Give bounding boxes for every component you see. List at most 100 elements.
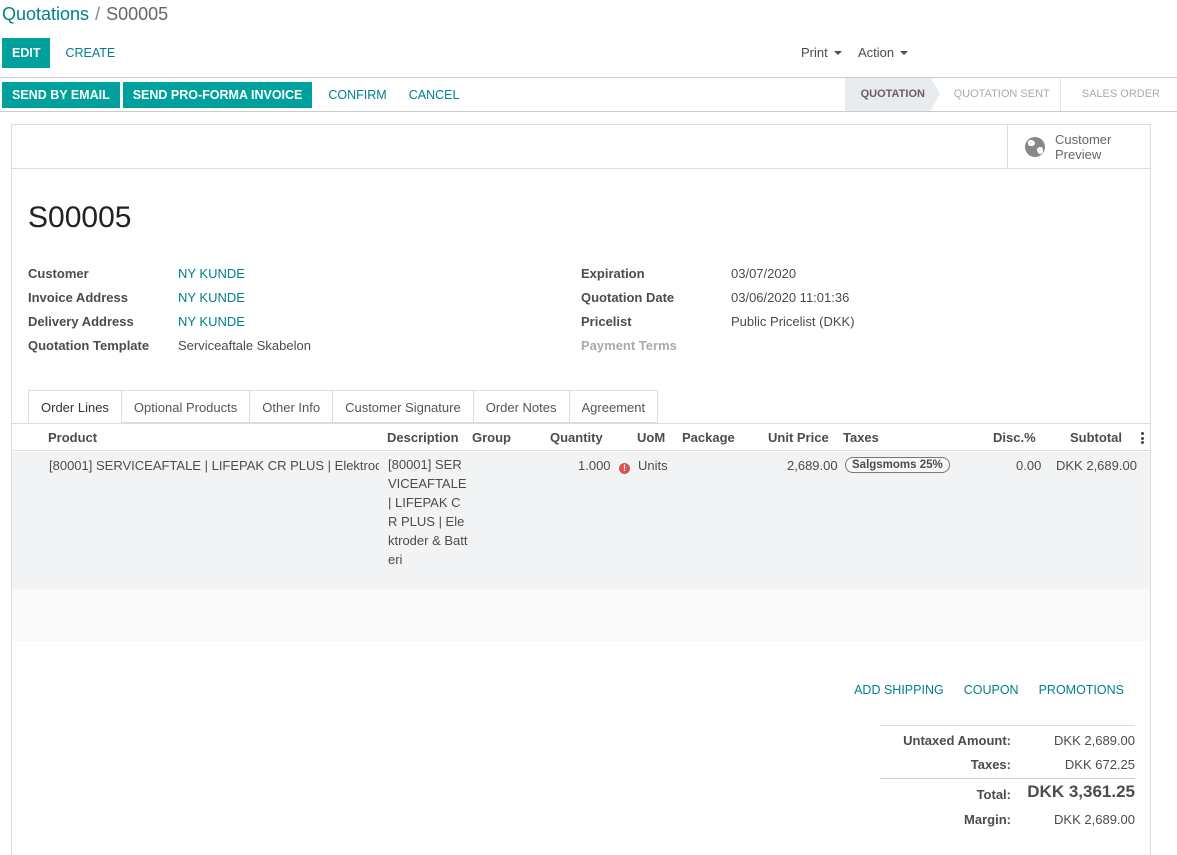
breadcrumb: Quotations / S00005 [2, 4, 168, 25]
add-shipping-button[interactable]: Add Shipping [854, 683, 944, 697]
field-label: Invoice Address [28, 290, 128, 305]
tab-customer-signature[interactable]: Customer Signature [332, 390, 473, 423]
invoice-address-link[interactable]: NY KUNDE [178, 290, 245, 314]
customer-link[interactable]: NY KUNDE [178, 266, 245, 290]
action-dropdown[interactable]: Action [858, 38, 909, 68]
stage-quotation-sent[interactable]: Quotation Sent [931, 78, 1060, 111]
statusbar-buttons: Send by Email Send PRO-FORMA Invoice Con… [2, 82, 470, 108]
totals-margin-row: Margin: DKK 2,689.00 [880, 806, 1135, 832]
print-dropdown-label: Print [801, 45, 828, 60]
field-label: Customer [28, 266, 89, 281]
margin-value: DKK 2,689.00 [1054, 812, 1135, 827]
quotation-template-value: Serviceaftale Skabelon [178, 338, 311, 353]
field-label: Pricelist [581, 314, 632, 329]
margin-label: Margin: [964, 812, 1011, 827]
column-header-unit-price[interactable]: Unit Price [768, 430, 829, 445]
tab-optional-products[interactable]: Optional Products [120, 390, 250, 423]
cell-unit-price[interactable]: 2,689.00 [787, 458, 838, 473]
pricelist-value: Public Pricelist (DKK) [731, 314, 855, 329]
cell-subtotal: DKK 2,689.00 [1056, 458, 1137, 473]
breadcrumb-current: S00005 [106, 4, 169, 24]
send-proforma-invoice-button[interactable]: Send PRO-FORMA Invoice [122, 82, 313, 108]
right-field-group: Expiration 03/07/2020 Quotation Date 03/… [581, 266, 855, 362]
untaxed-amount-label: Untaxed Amount: [903, 733, 1011, 748]
edit-button[interactable]: Edit [2, 38, 51, 68]
column-header-description[interactable]: Description [387, 430, 459, 445]
order-extra-links: Add Shipping Coupon Promotions [834, 683, 1124, 697]
table-row[interactable]: [80001] SERVICEAFTALE | LIFEPAK CR PLUS … [12, 452, 1150, 589]
field-pricelist: Pricelist Public Pricelist (DKK) [581, 314, 855, 338]
quotation-date-value: 03/06/2020 11:01:36 [731, 290, 850, 305]
customer-preview-label-line2: Preview [1055, 147, 1102, 162]
stage-sales-order[interactable]: Sales Order [1059, 78, 1177, 111]
column-header-quantity[interactable]: Quantity [550, 430, 603, 445]
cell-description[interactable]: [80001] SERVICEAFTALE | LIFEPAK CR PLUS … [388, 455, 468, 569]
totals-total-row: Total: DKK 3,361.25 [880, 778, 1135, 806]
status-stages: Quotation Quotation Sent Sales Order [844, 78, 1177, 111]
column-header-group[interactable]: Group [472, 430, 511, 445]
cell-uom[interactable]: Units [638, 458, 668, 473]
print-dropdown[interactable]: Print [801, 38, 842, 68]
column-header-subtotal[interactable]: Subtotal [1070, 430, 1122, 445]
field-label: Expiration [581, 266, 645, 281]
totals-untaxed-row: Untaxed Amount: DKK 2,689.00 [880, 725, 1135, 751]
cell-product[interactable]: [80001] SERVICEAFTALE | LIFEPAK CR PLUS … [49, 458, 379, 473]
tax-badge: Salgsmoms 25% [845, 457, 950, 473]
column-header-taxes[interactable]: Taxes [843, 430, 879, 445]
coupon-button[interactable]: Coupon [964, 683, 1019, 697]
control-panel-buttons: Edit Create [2, 38, 126, 68]
field-quotation-template: Quotation Template Serviceaftale Skabelo… [28, 338, 311, 362]
field-payment-terms: Payment Terms [581, 338, 855, 362]
totals-taxes-row: Taxes: DKK 672.25 [880, 751, 1135, 778]
taxes-value: DKK 672.25 [1064, 757, 1135, 772]
field-label: Delivery Address [28, 314, 134, 329]
statusbar: Send by Email Send PRO-FORMA Invoice Con… [0, 77, 1177, 112]
field-label: Quotation Template [28, 338, 150, 353]
table-footer [12, 589, 1150, 641]
taxes-label: Taxes: [970, 757, 1011, 772]
order-totals: Untaxed Amount: DKK 2,689.00 Taxes: DKK … [880, 725, 1135, 832]
delivery-address-link[interactable]: NY KUNDE [178, 314, 245, 338]
confirm-button[interactable]: Confirm [317, 82, 397, 108]
globe-icon [1025, 137, 1045, 157]
customer-preview-label: Customer Preview [1055, 132, 1111, 162]
customer-preview-button[interactable]: Customer Preview [1007, 125, 1150, 169]
field-label: Quotation Date [581, 290, 675, 305]
total-value: DKK 3,361.25 [1027, 782, 1135, 801]
expiration-value: 03/07/2020 [731, 266, 797, 281]
create-button[interactable]: Create [54, 38, 126, 68]
column-header-discount[interactable]: Disc.% [993, 430, 1036, 445]
tab-agreement[interactable]: Agreement [568, 390, 659, 423]
tab-order-notes[interactable]: Order Notes [472, 390, 569, 423]
order-lines-header: Product Description Group Quantity UoM P… [12, 424, 1150, 451]
cell-quantity[interactable]: 1.000 [578, 458, 611, 473]
promotions-button[interactable]: Promotions [1039, 683, 1124, 697]
untaxed-amount-value: DKK 2,689.00 [1054, 733, 1135, 748]
warning-icon-glyph: ! [619, 463, 630, 474]
left-field-group: Customer NY KUNDE Invoice Address NY KUN… [28, 266, 311, 362]
cancel-button[interactable]: Cancel [398, 82, 471, 108]
total-label: Total: [976, 787, 1011, 802]
field-label: Payment Terms [581, 338, 677, 353]
cell-discount[interactable]: 0.00 [1016, 458, 1041, 473]
column-header-uom[interactable]: UoM [637, 430, 665, 445]
notebook-tabs: Order Lines Optional Products Other Info… [28, 390, 659, 423]
tab-order-lines[interactable]: Order Lines [28, 390, 121, 423]
field-quotation-date: Quotation Date 03/06/2020 11:01:36 [581, 290, 855, 314]
breadcrumb-separator: / [95, 4, 101, 24]
warning-icon: ! [619, 459, 630, 474]
stage-quotation[interactable]: Quotation [844, 78, 940, 111]
smart-button-box: Customer Preview [12, 125, 1150, 169]
record-title: S00005 [28, 201, 132, 234]
send-by-email-button[interactable]: Send by Email [2, 82, 120, 108]
field-expiration: Expiration 03/07/2020 [581, 266, 855, 290]
breadcrumb-quotations-link[interactable]: Quotations [2, 4, 89, 24]
field-delivery-address: Delivery Address NY KUNDE [28, 314, 311, 338]
column-header-package[interactable]: Package [682, 430, 735, 445]
optional-columns-icon[interactable] [1141, 432, 1144, 444]
tab-other-info[interactable]: Other Info [249, 390, 333, 423]
column-header-product[interactable]: Product [48, 430, 97, 445]
customer-preview-label-line1: Customer [1055, 132, 1112, 147]
field-customer: Customer NY KUNDE [28, 266, 311, 290]
form-sheet: Customer Preview S00005 Customer NY KUND… [11, 124, 1151, 855]
